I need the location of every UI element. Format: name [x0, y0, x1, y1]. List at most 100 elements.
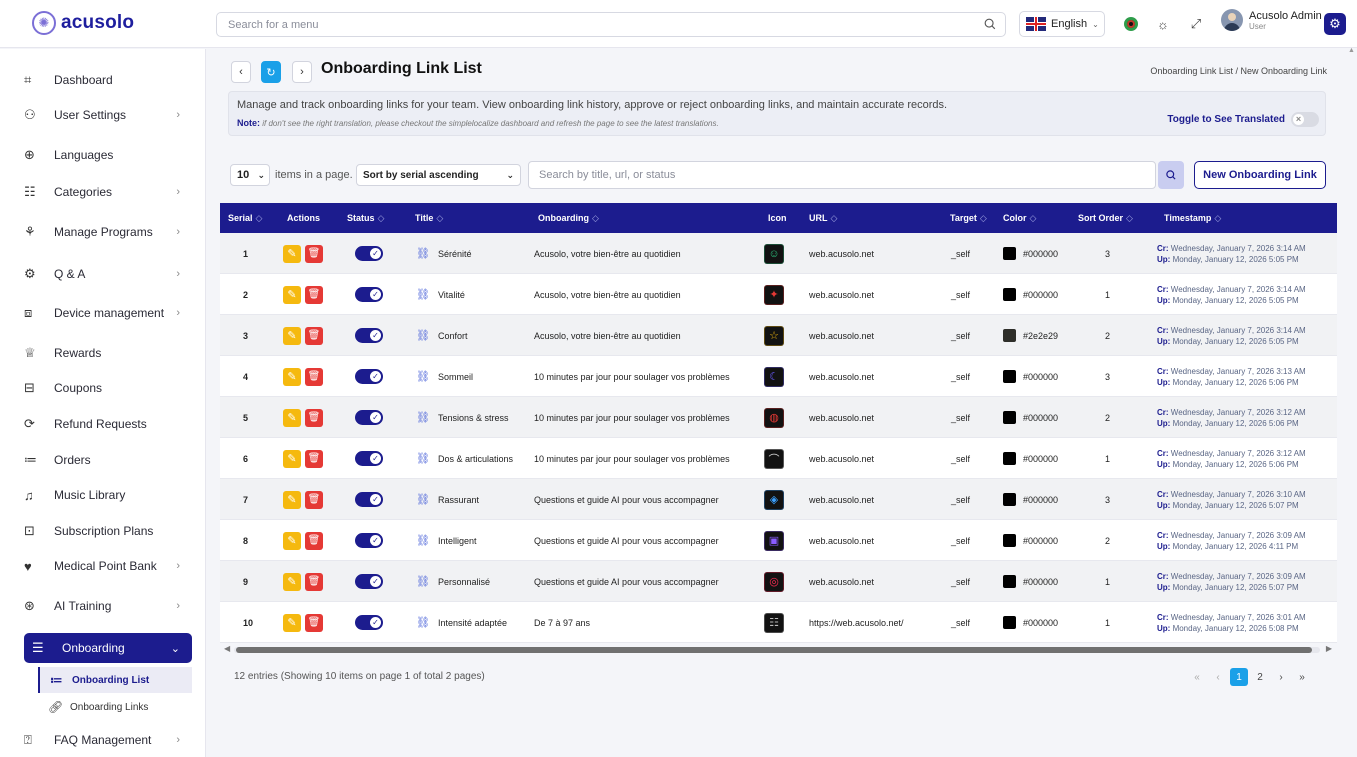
cell-title[interactable]: ⛓︎ Intensité adaptée: [416, 602, 507, 643]
sidebar-item-subscription-plans[interactable]: ⊡ Subscription Plans: [24, 516, 192, 546]
cell-title[interactable]: ⛓︎ Rassurant: [416, 479, 479, 520]
sidebar-item-medical-point-bank[interactable]: ♥ Medical Point Bank ›: [24, 551, 192, 581]
status-toggle[interactable]: [355, 615, 383, 630]
sort-icon[interactable]: ◇: [1030, 213, 1037, 223]
edit-button[interactable]: ✎: [283, 613, 301, 632]
fullscreen-icon[interactable]: ⤢: [1186, 14, 1206, 34]
translation-switch[interactable]: [1291, 112, 1319, 127]
sidebar-item-device-management[interactable]: ⧈ Device management ›: [24, 298, 192, 328]
cell-title[interactable]: ⛓︎ Vitalité: [416, 274, 465, 315]
sidebar-item-faq-management[interactable]: ⍰ FAQ Management ›: [24, 725, 192, 755]
cell-title[interactable]: ⛓︎ Confort: [416, 315, 467, 356]
language-select[interactable]: English ⌄: [1019, 11, 1105, 37]
sidebar-item-rewards[interactable]: ♕ Rewards: [24, 338, 192, 368]
sidebar-item-categories[interactable]: ☷ Categories ›: [24, 177, 192, 207]
sidebar-item-user-settings[interactable]: ⚇ User Settings ›: [24, 100, 192, 130]
delete-button[interactable]: 🗑︎: [305, 449, 323, 468]
delete-button[interactable]: 🗑︎: [305, 367, 323, 386]
brand-logo[interactable]: ✺ acusolo: [32, 11, 134, 35]
sidebar-item-q-a[interactable]: ⚙ Q & A ›: [24, 259, 192, 289]
cell-title[interactable]: ⛓︎ Sommeil: [416, 356, 473, 397]
cell-title[interactable]: ⛓︎ Personnalisé: [416, 561, 490, 602]
sidebar-item-languages[interactable]: ⊕ Languages: [24, 140, 192, 170]
edit-button[interactable]: ✎: [283, 285, 301, 304]
sidebar-item-dashboard[interactable]: ⌗ Dashboard: [24, 65, 192, 95]
new-onboarding-link-button[interactable]: New Onboarding Link: [1194, 161, 1326, 189]
table-search-button[interactable]: [1158, 161, 1184, 189]
breadcrumb[interactable]: Onboarding Link List / New Onboarding Li…: [1150, 66, 1327, 76]
status-toggle[interactable]: [355, 246, 383, 261]
status-toggle[interactable]: [355, 533, 383, 548]
sort-icon[interactable]: ◇: [592, 213, 599, 223]
horizontal-scrollbar[interactable]: ◀ ▶: [224, 644, 1332, 654]
status-toggle[interactable]: [355, 328, 383, 343]
scroll-thumb[interactable]: [236, 647, 1312, 653]
edit-button[interactable]: ✎: [283, 572, 301, 591]
column-header-title[interactable]: Title ◇: [415, 203, 443, 233]
per-page-select[interactable]: 10 ⌄: [230, 164, 270, 186]
sidebar-item-coupons[interactable]: ⊟ Coupons: [24, 373, 192, 403]
sort-icon[interactable]: ◇: [378, 213, 385, 223]
cell-title[interactable]: ⛓︎ Dos & articulations: [416, 438, 513, 479]
edit-button[interactable]: ✎: [283, 326, 301, 345]
status-toggle[interactable]: [355, 369, 383, 384]
last-page-button[interactable]: »: [1293, 668, 1311, 686]
sort-icon[interactable]: ◇: [436, 213, 443, 223]
status-toggle[interactable]: [355, 287, 383, 302]
column-header-timestamp[interactable]: Timestamp ◇: [1164, 203, 1221, 233]
page-button-1[interactable]: 1: [1230, 668, 1248, 686]
column-header-target[interactable]: Target ◇: [950, 203, 987, 233]
cell-title[interactable]: ⛓︎ Tensions & stress: [416, 397, 509, 438]
sort-icon[interactable]: ◇: [980, 213, 987, 223]
cell-title[interactable]: ⛓︎ Sérénité: [416, 233, 472, 274]
menu-search-input[interactable]: [228, 13, 968, 36]
sidebar-item-manage-programs[interactable]: ⚘ Manage Programs ›: [24, 217, 192, 247]
status-toggle[interactable]: [355, 410, 383, 425]
sidebar-item-onboarding[interactable]: ☰ Onboarding ⌄: [24, 633, 192, 663]
edit-button[interactable]: ✎: [283, 244, 301, 263]
sidebar-item-ai-training[interactable]: ⊛ AI Training ›: [24, 591, 192, 621]
theme-color-icon[interactable]: [1121, 14, 1141, 34]
sidebar-item-refund-requests[interactable]: ⟳ Refund Requests: [24, 409, 192, 439]
status-toggle[interactable]: [355, 492, 383, 507]
status-toggle[interactable]: [355, 574, 383, 589]
edit-button[interactable]: ✎: [283, 408, 301, 427]
delete-button[interactable]: 🗑︎: [305, 244, 323, 263]
scroll-right-icon[interactable]: ▶: [1326, 644, 1332, 653]
search-icon[interactable]: [983, 17, 997, 31]
prev-page-button[interactable]: ‹: [1209, 668, 1227, 686]
status-toggle[interactable]: [355, 451, 383, 466]
column-header-serial[interactable]: Serial ◇: [228, 203, 262, 233]
sidebar-item-music-library[interactable]: ♫ Music Library: [24, 480, 192, 510]
edit-button[interactable]: ✎: [283, 449, 301, 468]
first-page-button[interactable]: «: [1188, 668, 1206, 686]
cell-title[interactable]: ⛓︎ Intelligent: [416, 520, 477, 561]
settings-gear-button[interactable]: ⚙: [1324, 13, 1346, 35]
column-header-sort-order[interactable]: Sort Order ◇: [1078, 203, 1133, 233]
column-header-status[interactable]: Status ◇: [347, 203, 384, 233]
delete-button[interactable]: 🗑︎: [305, 613, 323, 632]
edit-button[interactable]: ✎: [283, 490, 301, 509]
next-page-button[interactable]: ›: [1272, 668, 1290, 686]
sort-icon[interactable]: ◇: [831, 213, 838, 223]
sort-icon[interactable]: ◇: [256, 213, 263, 223]
edit-button[interactable]: ✎: [283, 367, 301, 386]
delete-button[interactable]: 🗑︎: [305, 326, 323, 345]
sort-select[interactable]: Sort by serial ascending ⌄: [356, 164, 521, 186]
vertical-scrollbar[interactable]: ▲: [1347, 47, 1357, 757]
delete-button[interactable]: 🗑︎: [305, 531, 323, 550]
edit-button[interactable]: ✎: [283, 531, 301, 550]
sidebar-subitem-onboarding-list[interactable]: ≔ Onboarding List: [38, 667, 192, 693]
back-button[interactable]: ‹: [231, 61, 251, 83]
sort-icon[interactable]: ◇: [1214, 213, 1221, 223]
page-button-2[interactable]: 2: [1251, 668, 1269, 686]
scroll-up-icon[interactable]: ▲: [1348, 47, 1355, 54]
toggle-translated[interactable]: Toggle to See Translated: [1167, 112, 1319, 127]
delete-button[interactable]: 🗑︎: [305, 408, 323, 427]
sidebar-subitem-onboarding-links[interactable]: 🔗︎ Onboarding Links: [38, 694, 192, 720]
table-search-input[interactable]: [539, 162, 1129, 188]
refresh-button[interactable]: ↻: [261, 61, 281, 83]
delete-button[interactable]: 🗑︎: [305, 490, 323, 509]
sort-icon[interactable]: ◇: [1126, 213, 1133, 223]
column-header-onboarding[interactable]: Onboarding ◇: [538, 203, 599, 233]
